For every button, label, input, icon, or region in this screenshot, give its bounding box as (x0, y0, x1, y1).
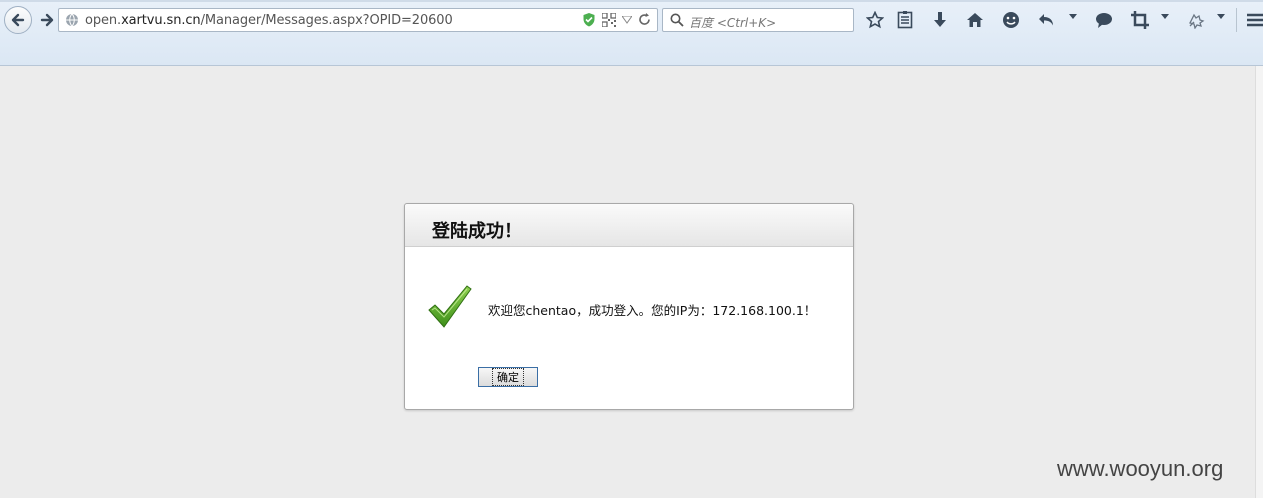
browser-toolbar: open.xartvu.sn.cn/Manager/Messages.aspx?… (0, 0, 1263, 66)
undo-icon[interactable] (1037, 10, 1057, 30)
vertical-scrollbar[interactable] (1255, 66, 1263, 498)
checkmark-icon (428, 285, 472, 328)
ok-button[interactable]: 确定 (478, 367, 538, 387)
menu-icon[interactable] (1245, 10, 1263, 30)
crop-dropdown-icon[interactable] (1161, 14, 1169, 20)
extension-icon[interactable] (1186, 10, 1206, 30)
dialog-header: 登陆成功！ (405, 204, 853, 247)
toolbar-separator (1236, 8, 1237, 32)
address-bar[interactable]: open.xartvu.sn.cn/Manager/Messages.aspx?… (58, 8, 658, 32)
dialog-title: 登陆成功！ (432, 221, 522, 242)
download-icon[interactable] (930, 10, 950, 30)
url-text[interactable]: open.xartvu.sn.cn/Manager/Messages.aspx?… (85, 13, 453, 28)
undo-dropdown-icon[interactable] (1069, 14, 1077, 20)
forward-button[interactable] (34, 7, 60, 33)
search-bar[interactable]: 百度 <Ctrl+K> (662, 8, 854, 32)
bookmark-star-icon[interactable] (865, 10, 885, 30)
forward-arrow-icon (40, 13, 54, 27)
reload-icon[interactable] (638, 13, 651, 26)
back-button[interactable] (4, 6, 32, 34)
smiley-icon[interactable] (1001, 10, 1021, 30)
globe-icon (66, 13, 78, 27)
home-icon[interactable] (965, 10, 985, 30)
chat-bubble-icon[interactable] (1094, 10, 1114, 30)
extension-dropdown-icon[interactable] (1217, 14, 1225, 20)
url-host: xartvu.sn.cn (121, 13, 201, 28)
search-placeholder: 百度 <Ctrl+K> (689, 16, 777, 30)
url-host-prefix: open. (85, 13, 122, 28)
watermark: www.wooyun.org (1057, 456, 1224, 481)
back-arrow-icon (11, 13, 25, 27)
login-success-dialog: 登陆成功！ 欢迎您chentao，成功登入。您的IP为：172.168.100.… (404, 203, 854, 410)
url-path: /Manager/Messages.aspx?OPID=20600 (200, 13, 453, 28)
reader-list-icon[interactable] (895, 10, 915, 30)
history-dropdown-icon[interactable] (622, 15, 632, 24)
ok-button-label: 确定 (492, 368, 524, 386)
search-icon (670, 13, 684, 27)
crop-icon[interactable] (1130, 10, 1150, 30)
tab-strip-edge (0, 0, 1263, 2)
qr-code-icon[interactable] (602, 12, 616, 27)
shield-check-icon[interactable] (582, 12, 596, 27)
dialog-message: 欢迎您chentao，成功登入。您的IP为：172.168.100.1！ (488, 303, 817, 318)
